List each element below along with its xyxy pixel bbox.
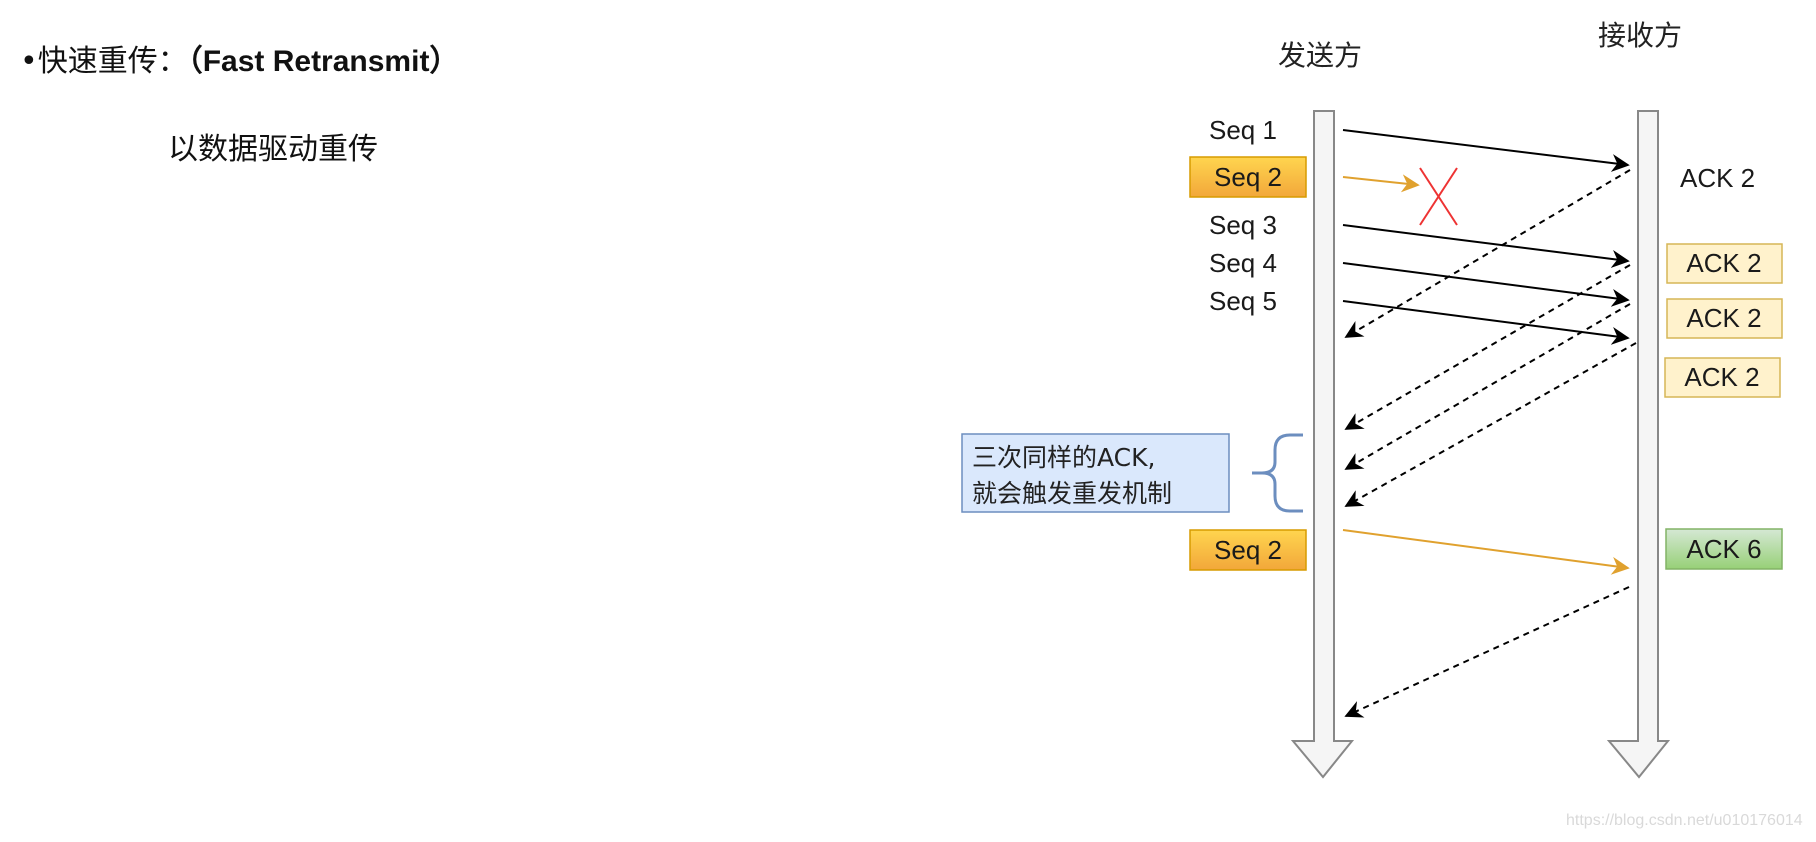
receiver-label: 接收方 — [1598, 19, 1682, 52]
ack-2-label-3: ACK 2 — [1684, 362, 1759, 392]
ack-4-arrow — [1344, 342, 1637, 507]
seq-2-retransmit-label: Seq 2 — [1214, 535, 1282, 565]
sender-lifeline — [1290, 110, 1355, 779]
seq-3-label: Seq 3 — [1209, 210, 1277, 240]
seq-2-label: Seq 2 — [1214, 162, 1282, 192]
receiver-lifeline — [1606, 110, 1671, 779]
lost-mark-icon — [1419, 167, 1458, 226]
ack-2-arrow — [1344, 264, 1631, 430]
sender-label: 发送方 — [1278, 39, 1362, 72]
note-line-2: 就会触发重发机制 — [972, 479, 1172, 508]
seq-4-label: Seq 4 — [1209, 248, 1277, 278]
seq-5-label: Seq 5 — [1209, 286, 1277, 316]
ack-2-label-plain: ACK 2 — [1680, 163, 1755, 193]
ack-3-arrow — [1344, 303, 1631, 470]
seq-5-arrow — [1342, 300, 1630, 345]
ack-2-label-2: ACK 2 — [1686, 303, 1761, 333]
brace-icon — [1252, 433, 1303, 513]
ack-6-arrow — [1344, 586, 1630, 718]
seq-2-retransmit-arrow — [1342, 529, 1630, 575]
watermark: https://blog.csdn.net/u010176014 — [1566, 812, 1803, 829]
ack-2-label-1: ACK 2 — [1686, 248, 1761, 278]
seq-4-arrow — [1342, 262, 1630, 307]
seq-2-arrow — [1342, 174, 1420, 193]
seq-1-arrow — [1342, 129, 1630, 172]
seq-1-label: Seq 1 — [1209, 115, 1277, 145]
ack-1-arrow — [1344, 169, 1631, 338]
ack-6-label: ACK 6 — [1686, 534, 1761, 564]
fast-retransmit-diagram: 发送方 接收方 Seq 1 Seq 2 Seq 3 Seq 4 Seq 5 Se… — [961, 19, 1783, 779]
note-line-1: 三次同样的ACK, — [972, 443, 1155, 472]
